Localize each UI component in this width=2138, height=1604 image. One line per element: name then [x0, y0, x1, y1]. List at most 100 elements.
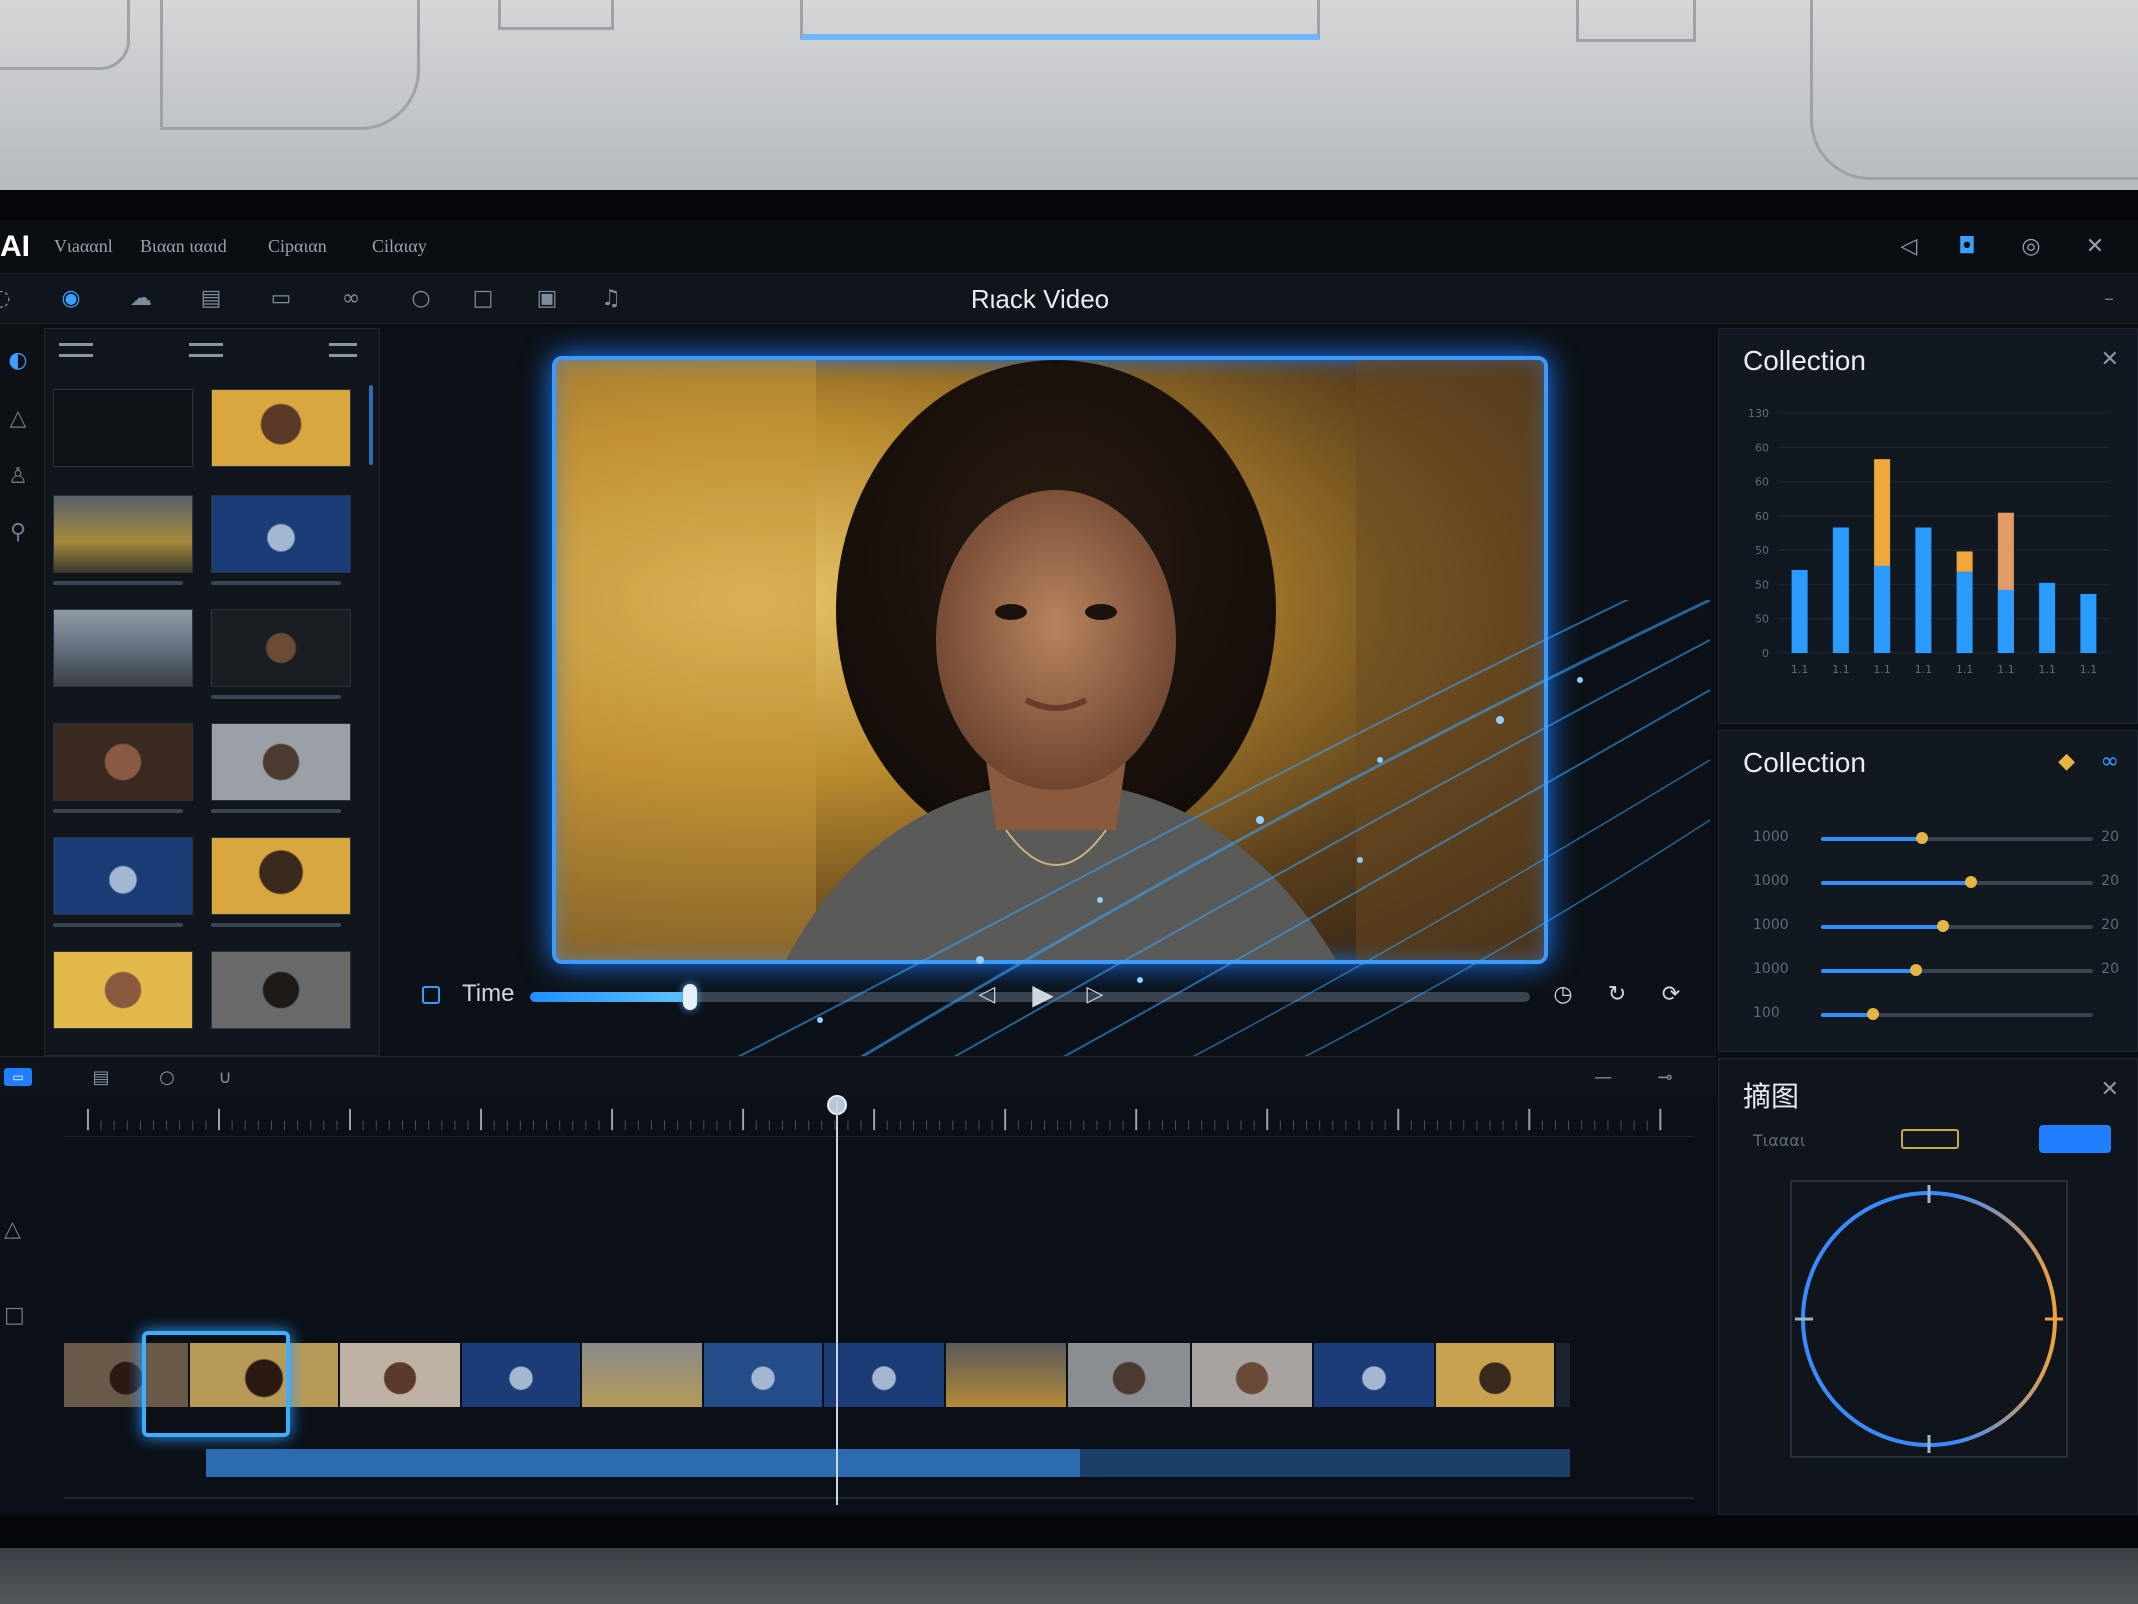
loop-checkbox[interactable] [422, 986, 440, 1004]
video-clip[interactable] [704, 1343, 824, 1407]
marker-icon[interactable]: ○ [154, 1065, 180, 1091]
video-clip[interactable] [1436, 1343, 1556, 1407]
media-thumbnail[interactable] [53, 723, 193, 801]
clock-icon[interactable]: ◷ [1548, 980, 1578, 1010]
lock-icon[interactable]: △ [4, 1217, 21, 1242]
zoom-out-icon[interactable]: — [1588, 1065, 1618, 1091]
track-icon[interactable]: ▭ [4, 1068, 32, 1086]
mode-toggle-on[interactable] [2039, 1125, 2111, 1153]
media-thumbnail[interactable] [211, 495, 351, 573]
cloud-icon[interactable]: ☁ [124, 282, 158, 316]
video-clip[interactable] [1068, 1343, 1192, 1407]
screen-icon[interactable]: ▭ [264, 282, 298, 316]
settings-icon[interactable]: ◎ [2014, 230, 2048, 264]
slider-track[interactable] [1821, 920, 2093, 932]
shape-icon[interactable]: △ [4, 406, 32, 434]
media-thumbnail[interactable] [53, 609, 193, 687]
zoom-in-icon[interactable]: ⊸ [1650, 1065, 1680, 1091]
menu-item-2[interactable]: Bιααn ιααιd [140, 236, 227, 257]
link-icon[interactable]: ∞ [334, 282, 368, 316]
slider-fill [1821, 881, 1971, 885]
select-tool-icon[interactable]: ◉ [54, 282, 88, 316]
media-thumbnail[interactable] [211, 389, 351, 467]
slider-track[interactable] [1821, 876, 2093, 888]
link-icon[interactable]: ∞ [2101, 749, 2119, 774]
empty-thumbnail[interactable] [53, 389, 193, 467]
refresh-icon[interactable]: ⟳ [1656, 980, 1686, 1010]
step-forward-icon[interactable]: ▷ [1080, 980, 1110, 1010]
video-clip[interactable] [340, 1343, 462, 1407]
background-wall [0, 0, 2138, 190]
media-scrollbar[interactable] [369, 385, 373, 465]
slider-end-value: 20 [2101, 917, 2119, 933]
video-clip[interactable] [1192, 1343, 1314, 1407]
playhead[interactable] [836, 1101, 838, 1505]
slider-handle[interactable] [1910, 964, 1923, 976]
square-icon[interactable]: □ [466, 282, 500, 316]
mode-toggle-off[interactable] [1901, 1129, 1959, 1149]
slider-track[interactable] [1821, 1008, 2093, 1020]
close-icon[interactable]: ✕ [2078, 230, 2112, 264]
seek-bar-handle[interactable] [683, 984, 697, 1010]
media-thumbnail[interactable] [211, 837, 351, 915]
mute-icon[interactable]: □ [4, 1303, 25, 1328]
thumbnail-caption [53, 581, 183, 585]
media-icon[interactable]: ◐ [4, 348, 32, 376]
video-clip[interactable] [582, 1343, 704, 1407]
tool-icon[interactable]: ◌ [0, 282, 18, 316]
frame-icon[interactable]: ▣ [530, 282, 564, 316]
circle-icon[interactable]: ○ [404, 282, 438, 316]
color-wheel[interactable] [1789, 1179, 2069, 1459]
slider-handle[interactable] [1964, 876, 1977, 888]
play-icon[interactable]: ▶ [1028, 980, 1058, 1010]
hamburger-icon[interactable] [189, 343, 223, 357]
record-icon[interactable]: ◘ [1950, 230, 1984, 264]
close-icon[interactable]: ✕ [2101, 1077, 2119, 1102]
slider-fill [1821, 925, 1944, 929]
back-icon[interactable]: ◁ [1892, 230, 1926, 264]
app-logo: AI [0, 230, 30, 263]
clip-icon[interactable]: ▤ [88, 1065, 114, 1091]
video-clip[interactable] [824, 1343, 946, 1407]
x-tick-label: 1.1 [1791, 663, 1809, 676]
media-thumbnail[interactable] [211, 723, 351, 801]
selected-clip[interactable] [142, 1331, 290, 1437]
media-thumbnail[interactable] [211, 951, 351, 1029]
user-icon[interactable]: ♙ [4, 464, 32, 492]
timeline-ruler[interactable] [64, 1103, 1694, 1137]
slider-track[interactable] [1821, 832, 2093, 844]
slider-handle[interactable] [1866, 1008, 1879, 1020]
minimize-icon[interactable]: – [2104, 286, 2114, 310]
diamond-icon[interactable]: ◆ [2058, 749, 2075, 774]
magnet-icon[interactable]: ∪ [212, 1065, 238, 1091]
media-thumbnail[interactable] [53, 837, 193, 915]
search-icon[interactable]: ⚲ [4, 520, 32, 548]
thumbnail-caption [211, 581, 341, 585]
video-clip[interactable] [946, 1343, 1068, 1407]
hamburger-icon[interactable] [329, 343, 357, 357]
menu-item-1[interactable]: Vιaααnl [54, 236, 113, 257]
slider-handle[interactable] [1915, 832, 1928, 844]
redo-icon[interactable]: ↻ [1602, 980, 1632, 1010]
step-back-icon[interactable]: ◁ [972, 980, 1002, 1010]
folder-icon[interactable]: ▤ [194, 282, 228, 316]
media-thumbnail[interactable] [211, 609, 351, 687]
menu-item-4[interactable]: Cilαιαy [372, 236, 427, 257]
media-thumbnail[interactable] [53, 495, 193, 573]
menu-item-3[interactable]: Cipαιαn [268, 236, 327, 257]
close-icon[interactable]: ✕ [2101, 347, 2119, 372]
wall-panel [1576, 0, 1696, 42]
slider-handle[interactable] [1937, 920, 1950, 932]
audio-icon[interactable]: ♫ [594, 282, 628, 316]
hamburger-icon[interactable] [59, 343, 93, 357]
y-tick-label: 50 [1755, 544, 1769, 557]
video-clip[interactable] [462, 1343, 582, 1407]
audio-track[interactable] [206, 1449, 1570, 1477]
video-preview[interactable] [552, 356, 1548, 964]
collection-chart-panel: Collection ✕ 0 50 50 50 60 60 60 130 1.1 1.1 1.1 1.… [1718, 328, 2138, 724]
thumbnail-caption [53, 923, 183, 927]
video-clip[interactable] [1314, 1343, 1436, 1407]
media-thumbnail[interactable] [53, 951, 193, 1029]
slider-track[interactable] [1821, 964, 2093, 976]
x-tick-label: 1.1 [1997, 663, 2015, 676]
